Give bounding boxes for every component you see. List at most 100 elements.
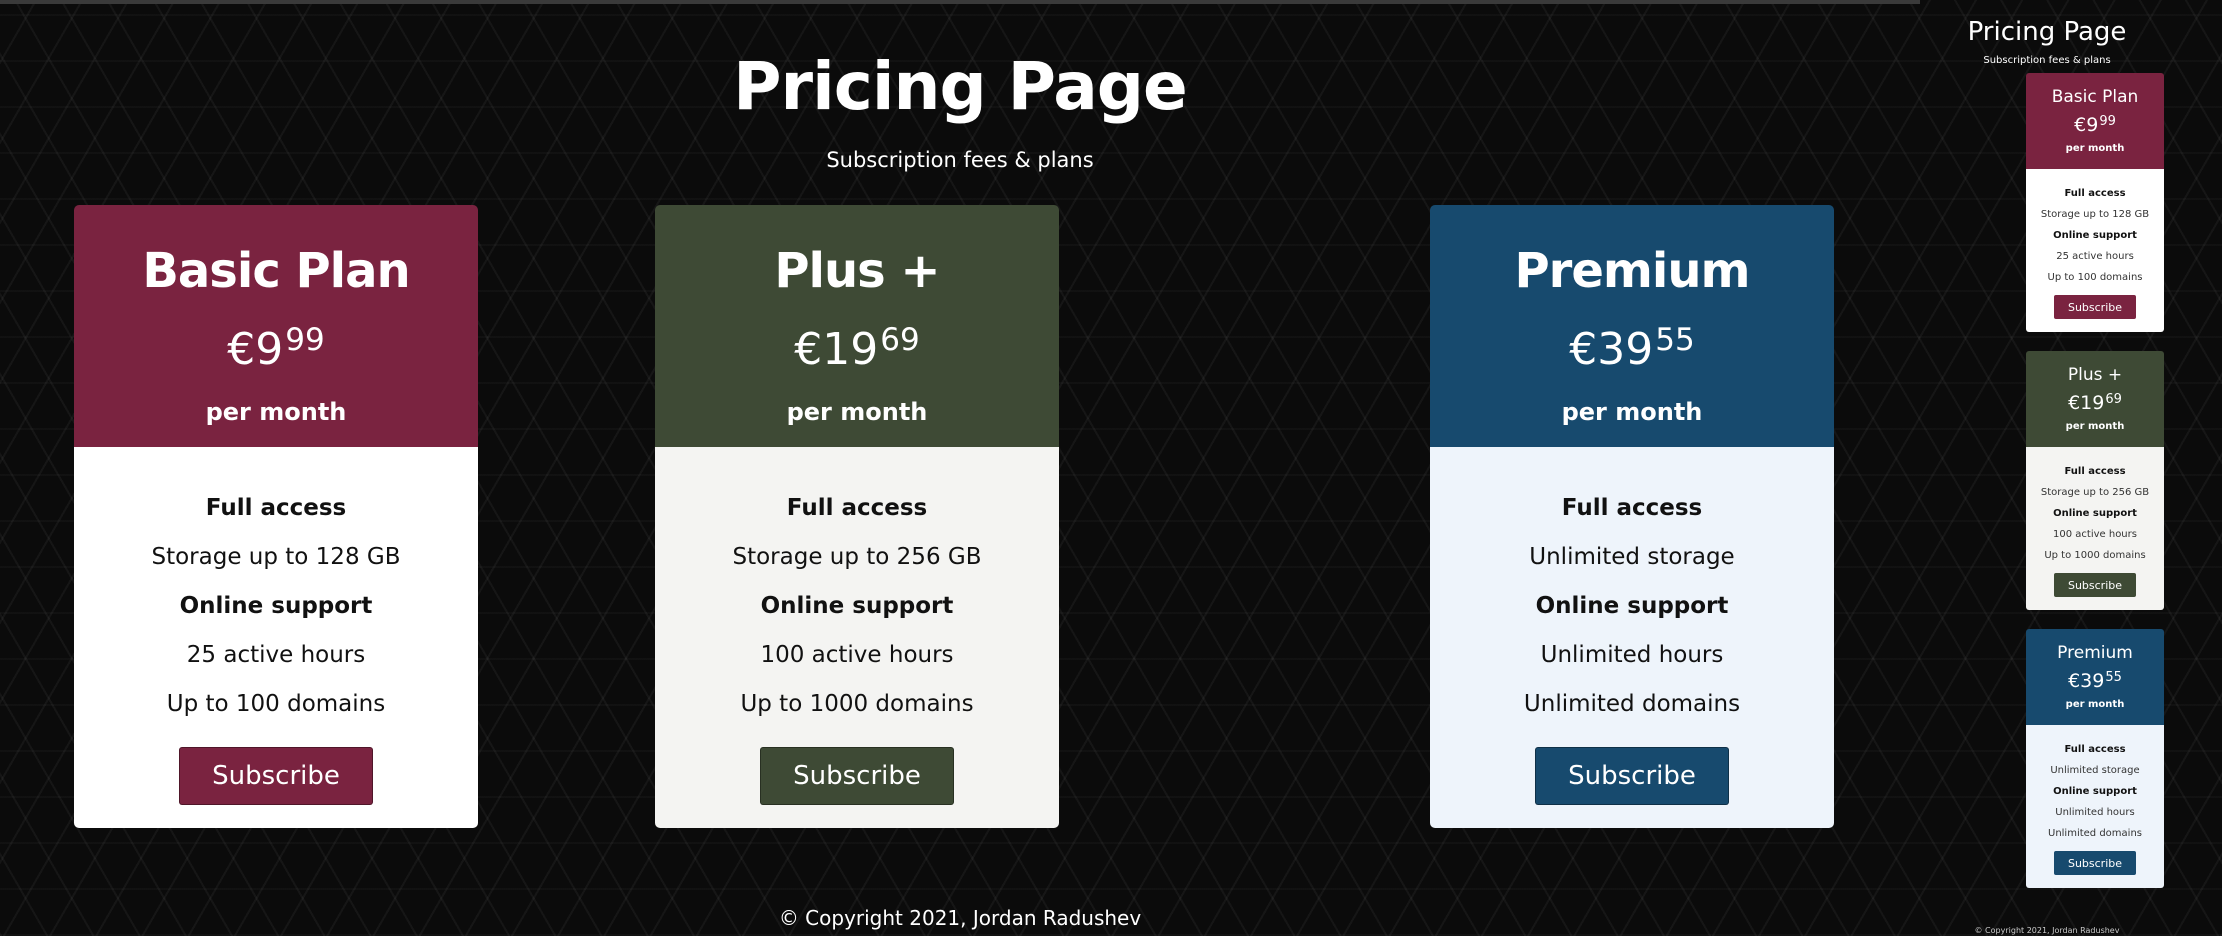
feature-item: Unlimited domains bbox=[1523, 691, 1741, 717]
subscribe-button-plus[interactable]: Subscribe bbox=[760, 747, 954, 805]
plan-period: per month bbox=[2065, 143, 2125, 154]
price-whole: 9 bbox=[2086, 114, 2099, 136]
mobile-preview: Pricing Page Subscription fees & plans B… bbox=[1920, 0, 2222, 936]
plan-card-body: Full access Unlimited storage Online sup… bbox=[2026, 725, 2164, 888]
feature-item: Full access bbox=[786, 495, 928, 521]
preview-copyright-footer: © Copyright 2021, Jordan Radushev bbox=[1974, 926, 2120, 935]
plan-price: €1969 bbox=[655, 325, 1059, 372]
price-cents: 99 bbox=[285, 322, 325, 358]
plan-price: €3955 bbox=[2026, 671, 2164, 691]
page-subtitle: Subscription fees & plans bbox=[826, 148, 1094, 172]
price-whole: 39 bbox=[1597, 324, 1654, 375]
plan-name: Premium bbox=[2057, 643, 2133, 663]
price-cents: 69 bbox=[880, 322, 920, 358]
plan-card-body: Full access Storage up to 128 GB Online … bbox=[74, 447, 478, 828]
feature-item: 25 active hours bbox=[2056, 251, 2134, 262]
plan-price: €3955 bbox=[1430, 325, 1834, 372]
plan-card-body: Full access Storage up to 256 GB Online … bbox=[2026, 447, 2164, 610]
price-whole: 39 bbox=[2080, 670, 2105, 692]
feature-item: 25 active hours bbox=[186, 642, 366, 668]
feature-item: Unlimited storage bbox=[2050, 765, 2140, 776]
feature-list: Full access Storage up to 256 GB Online … bbox=[655, 447, 1059, 729]
feature-list: Full access Storage up to 128 GB Online … bbox=[2026, 169, 2164, 288]
preview-page-subtitle: Subscription fees & plans bbox=[1983, 55, 2111, 66]
plan-name: Basic Plan bbox=[2051, 87, 2139, 107]
plan-card-body: Full access Unlimited storage Online sup… bbox=[1430, 447, 1834, 828]
feature-item: Unlimited hours bbox=[2055, 807, 2135, 818]
plan-card-body: Full access Storage up to 256 GB Online … bbox=[655, 447, 1059, 828]
feature-item: Online support bbox=[2053, 508, 2137, 519]
plan-card-plus: Plus + €1969 per month Full access Stora… bbox=[655, 205, 1059, 828]
feature-item: Unlimited storage bbox=[1529, 544, 1735, 570]
main-view: Pricing Page Subscription fees & plans B… bbox=[0, 0, 1920, 936]
page-title: Pricing Page bbox=[733, 48, 1188, 125]
plan-card-premium: Premium €3955 per month Full access Unli… bbox=[1430, 205, 1834, 828]
feature-item: Online support bbox=[179, 593, 373, 619]
currency-symbol: € bbox=[2068, 392, 2081, 414]
feature-item: Full access bbox=[2064, 466, 2126, 477]
preview-subscribe-button-premium[interactable]: Subscribe bbox=[2054, 851, 2136, 875]
feature-item: Up to 1000 domains bbox=[740, 691, 974, 717]
plan-name: Plus + bbox=[2067, 365, 2123, 385]
feature-list: Full access Storage up to 128 GB Online … bbox=[74, 447, 478, 729]
price-whole: 9 bbox=[255, 324, 284, 375]
feature-list: Full access Unlimited storage Online sup… bbox=[1430, 447, 1834, 729]
plan-period: per month bbox=[786, 398, 928, 426]
feature-item: Up to 1000 domains bbox=[2044, 550, 2146, 561]
plan-name: Basic Plan bbox=[142, 243, 410, 299]
copyright-footer: © Copyright 2021, Jordan Radushev bbox=[778, 906, 1142, 930]
feature-list: Full access Storage up to 256 GB Online … bbox=[2026, 447, 2164, 566]
feature-item: Storage up to 256 GB bbox=[732, 544, 982, 570]
feature-item: Unlimited domains bbox=[2048, 828, 2142, 839]
feature-item: Up to 100 domains bbox=[2047, 272, 2143, 283]
plan-period: per month bbox=[2065, 699, 2125, 710]
feature-item: Up to 100 domains bbox=[166, 691, 386, 717]
plan-card-header: Plus + €1969 per month bbox=[2026, 351, 2164, 447]
preview-plan-card-plus: Plus + €1969 per month Full access Stora… bbox=[2026, 351, 2164, 610]
feature-item: Storage up to 256 GB bbox=[2040, 487, 2150, 498]
plan-price: €999 bbox=[2026, 115, 2164, 135]
feature-item: Unlimited hours bbox=[1540, 642, 1724, 668]
plan-period: per month bbox=[1561, 398, 1703, 426]
plan-card-header: Basic Plan €999 per month bbox=[74, 205, 478, 447]
feature-item: Storage up to 128 GB bbox=[2040, 209, 2150, 220]
feature-item: Online support bbox=[2053, 230, 2137, 241]
currency-symbol: € bbox=[2068, 670, 2081, 692]
currency-symbol: € bbox=[227, 324, 256, 375]
feature-item: Full access bbox=[1561, 495, 1703, 521]
price-whole: 19 bbox=[2080, 392, 2105, 414]
feature-item: 100 active hours bbox=[760, 642, 954, 668]
plan-card-basic: Basic Plan €999 per month Full access St… bbox=[74, 205, 478, 828]
preview-subscribe-button-plus[interactable]: Subscribe bbox=[2054, 573, 2136, 597]
plan-name: Premium bbox=[1514, 243, 1750, 299]
plan-card-body: Full access Storage up to 128 GB Online … bbox=[2026, 169, 2164, 332]
subscribe-button-basic[interactable]: Subscribe bbox=[179, 747, 373, 805]
plan-price: €1969 bbox=[2026, 393, 2164, 413]
price-whole: 19 bbox=[822, 324, 879, 375]
plan-price: €999 bbox=[74, 325, 478, 372]
currency-symbol: € bbox=[1569, 324, 1598, 375]
plan-period: per month bbox=[205, 398, 347, 426]
feature-item: Online support bbox=[760, 593, 954, 619]
feature-item: Online support bbox=[2053, 786, 2137, 797]
feature-list: Full access Unlimited storage Online sup… bbox=[2026, 725, 2164, 844]
preview-page-title: Pricing Page bbox=[1967, 17, 2127, 47]
currency-symbol: € bbox=[2074, 114, 2087, 136]
feature-item: Full access bbox=[2064, 744, 2126, 755]
feature-item: Full access bbox=[205, 495, 347, 521]
plan-card-header: Premium €3955 per month bbox=[2026, 629, 2164, 725]
feature-item: Storage up to 128 GB bbox=[151, 544, 401, 570]
feature-item: Full access bbox=[2064, 188, 2126, 199]
price-cents: 55 bbox=[2105, 670, 2122, 685]
preview-subscribe-button-basic[interactable]: Subscribe bbox=[2054, 295, 2136, 319]
plan-card-header: Premium €3955 per month bbox=[1430, 205, 1834, 447]
currency-symbol: € bbox=[794, 324, 823, 375]
feature-item: Online support bbox=[1535, 593, 1729, 619]
subscribe-button-premium[interactable]: Subscribe bbox=[1535, 747, 1729, 805]
plan-period: per month bbox=[2065, 421, 2125, 432]
plan-card-header: Basic Plan €999 per month bbox=[2026, 73, 2164, 169]
price-cents: 99 bbox=[2099, 114, 2116, 129]
plan-name: Plus + bbox=[774, 243, 940, 299]
preview-plan-card-basic: Basic Plan €999 per month Full access St… bbox=[2026, 73, 2164, 332]
price-cents: 55 bbox=[1655, 322, 1695, 358]
